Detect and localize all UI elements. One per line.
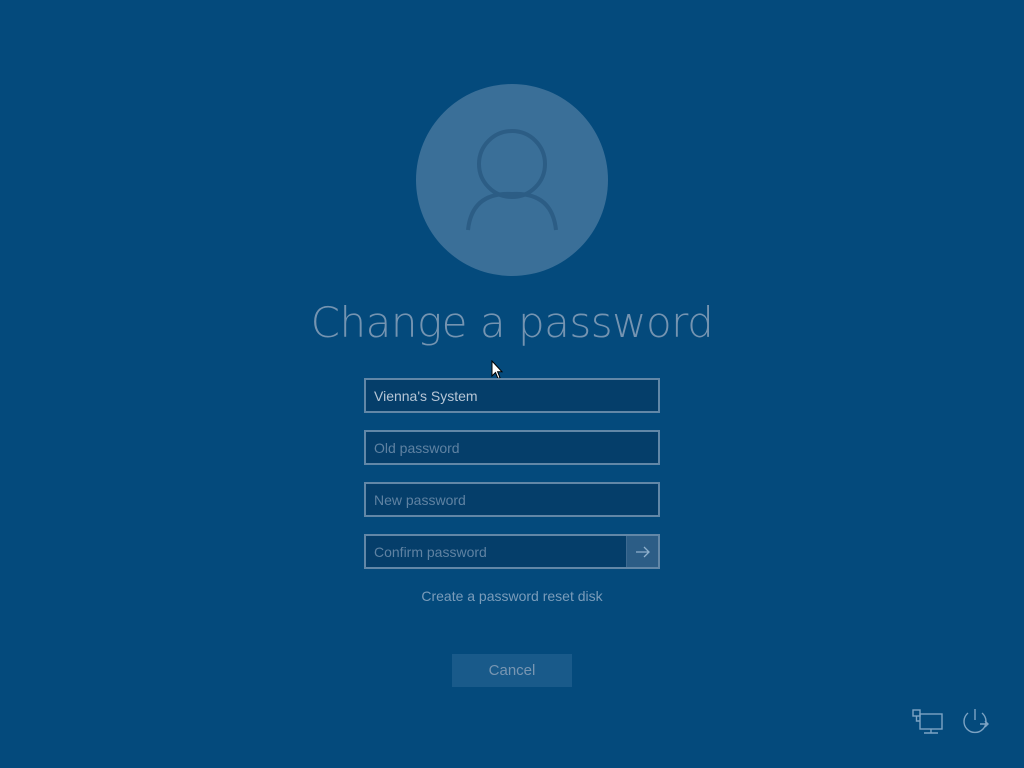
user-icon: [466, 129, 558, 231]
username-input[interactable]: [366, 380, 658, 411]
arrow-right-icon: [635, 546, 650, 557]
change-password-screen: Change a password Create a password rese…: [0, 0, 1024, 768]
confirm-password-input[interactable]: [366, 536, 628, 567]
username-field[interactable]: [364, 378, 660, 413]
power-icon[interactable]: [958, 706, 992, 738]
old-password-input[interactable]: [366, 432, 658, 463]
old-password-field[interactable]: [364, 430, 660, 465]
new-password-input[interactable]: [366, 484, 658, 515]
password-reset-disk-link[interactable]: Create a password reset disk: [362, 586, 662, 606]
page-title: Change a password: [310, 298, 714, 347]
new-password-field[interactable]: [364, 482, 660, 517]
network-icon[interactable]: [912, 708, 944, 736]
cancel-button[interactable]: Cancel: [452, 654, 572, 687]
mouse-cursor-icon: [491, 360, 503, 380]
submit-button[interactable]: [626, 536, 658, 567]
confirm-password-field[interactable]: [364, 534, 660, 569]
user-avatar: [416, 84, 608, 276]
